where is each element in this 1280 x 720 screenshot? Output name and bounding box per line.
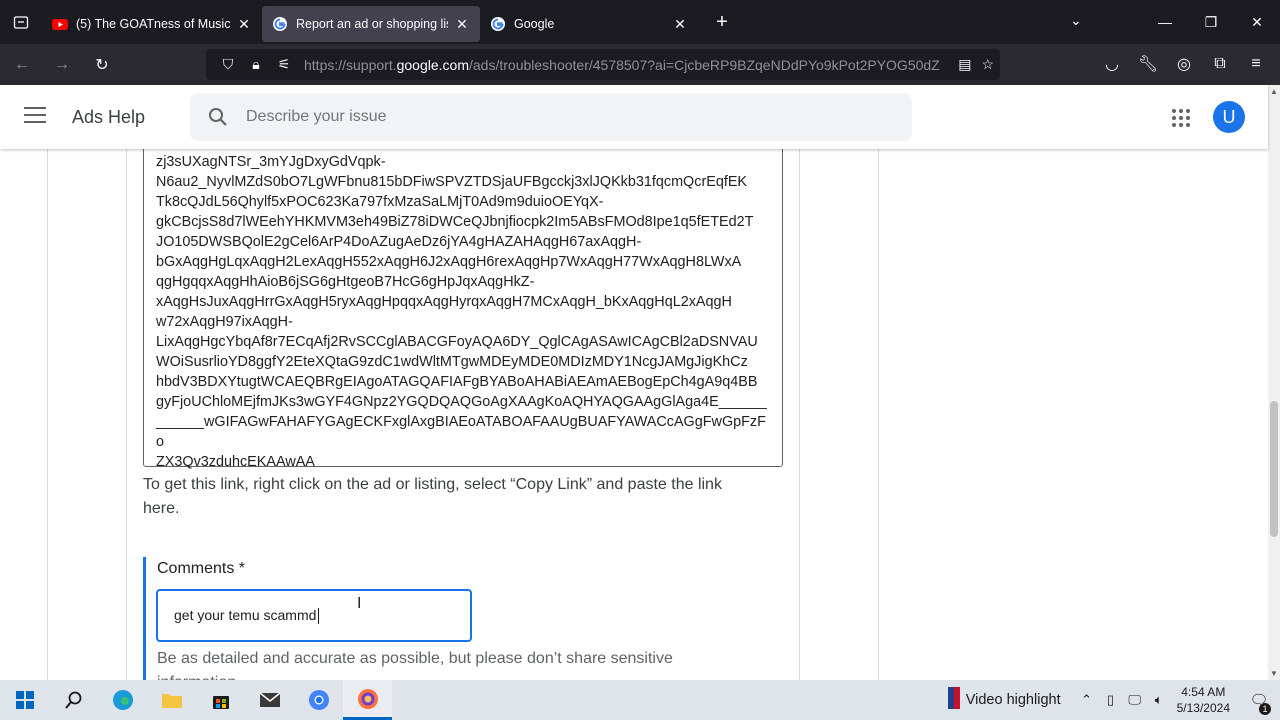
browser-tab-google[interactable]: Google ✕ — [480, 6, 698, 42]
youtube-icon — [52, 19, 68, 30]
tab-title: (5) The GOATness of Music - Yo — [76, 17, 230, 31]
taskbar: Video highlight ⌃ ▯ 🖵︎ 🔈︎ 4:54 AM 5/13/2… — [0, 680, 1280, 720]
scroll-down-icon[interactable]: ▼ — [1270, 669, 1278, 678]
store-icon[interactable] — [196, 680, 245, 720]
google-apps-icon[interactable] — [1172, 109, 1190, 127]
page-header: Ads Help — [0, 85, 1268, 149]
battery-icon[interactable]: ▯ — [1099, 692, 1123, 708]
scrollbar-thumb[interactable] — [1270, 401, 1278, 537]
comments-field[interactable]: get your temu scammd — [156, 589, 472, 642]
comments-value: get your temu scammd — [174, 607, 317, 623]
divider — [126, 149, 127, 680]
divider — [878, 149, 879, 680]
url-prefix: https://support. — [304, 56, 397, 73]
search-icon[interactable] — [49, 680, 98, 720]
hamburger-menu-icon[interactable] — [24, 107, 46, 128]
permissions-icon[interactable]: ⚟ — [270, 56, 298, 73]
windows-start-icon[interactable] — [0, 680, 49, 720]
browser-tab-youtube[interactable]: (5) The GOATness of Music - Yo ✕ — [42, 6, 262, 42]
nba-icon — [947, 687, 960, 713]
back-arrow-icon[interactable]: ← — [4, 49, 40, 81]
google-icon — [491, 17, 505, 31]
address-bar[interactable]: ⛉ 🔒︎ ⚟ https://support.google.com/ads/tr… — [206, 49, 1000, 80]
wrench-icon[interactable]: 🔧︎ — [1130, 48, 1166, 80]
chevron-up-icon[interactable]: ⌃ — [1075, 692, 1099, 708]
extensions-icon[interactable]: ⧉ — [1202, 48, 1238, 80]
clock-time: 4:54 AM — [1181, 685, 1226, 699]
lock-icon[interactable]: 🔒︎ — [242, 56, 270, 73]
system-tray: Video highlight ⌃ ▯ 🖵︎ 🔈︎ 4:54 AM 5/13/2… — [947, 680, 1280, 720]
restore-icon[interactable]: ❐ — [1188, 0, 1234, 44]
divider — [799, 149, 800, 680]
clock-date: 5/13/2024 — [1176, 701, 1230, 715]
window-controls: — ❐ ✕ — [1142, 0, 1280, 44]
browser-toolbar: ◡ 🔧︎ ◎ ⧉ ≡ — [1094, 48, 1274, 80]
google-icon — [273, 17, 287, 31]
browser-tab-strip: (5) The GOATness of Music - Yo ✕ Report … — [0, 0, 1280, 44]
reload-icon[interactable]: ↻ — [84, 49, 120, 81]
browser-tab-report-ad[interactable]: Report an ad or shopping listin ✕ — [262, 6, 480, 42]
browser-nav-bar: ← → ↻ ⛉ 🔒︎ ⚟ https://support.google.com/… — [0, 44, 1280, 85]
link-help-text: To get this link, right click on the ad … — [143, 476, 722, 517]
main-content: zj3sUXagNTSr_3mYJgDxyGdVqpk- N6au2_NyvlM… — [0, 149, 1268, 680]
divider — [47, 149, 48, 680]
help-search-box[interactable] — [190, 93, 912, 141]
edge-icon[interactable] — [98, 680, 147, 720]
text-cursor-icon: I — [357, 595, 362, 612]
url-domain: google.com — [396, 56, 469, 73]
reader-view-icon[interactable]: ▤ — [958, 56, 971, 73]
close-tab-icon[interactable]: ✕ — [672, 16, 688, 33]
speaker-icon[interactable]: 🔈︎ — [1147, 692, 1171, 708]
tab-title: Google — [514, 17, 555, 31]
text-caret — [318, 608, 320, 625]
close-window-icon[interactable]: ✕ — [1234, 0, 1280, 44]
comments-focus-indicator — [143, 557, 146, 680]
bookmark-star-icon[interactable]: ☆ — [981, 56, 994, 73]
tab-list-icon[interactable] — [0, 0, 42, 44]
forward-arrow-icon[interactable]: → — [44, 49, 80, 81]
shield-icon[interactable]: ⛉ — [214, 56, 242, 73]
search-input[interactable] — [246, 108, 846, 126]
video-highlight-label: Video highlight — [965, 692, 1061, 708]
mail-icon[interactable] — [245, 680, 294, 720]
file-explorer-icon[interactable] — [147, 680, 196, 720]
page-brand[interactable]: Ads Help — [72, 107, 145, 128]
menu-icon[interactable]: ≡ — [1238, 48, 1274, 80]
pocket-icon[interactable]: ◡ — [1094, 48, 1130, 80]
tab-title: Report an ad or shopping listin — [296, 17, 448, 31]
account-icon[interactable]: ◎ — [1166, 48, 1202, 80]
video-highlight-widget[interactable]: Video highlight — [947, 687, 1061, 713]
comments-label: Comments * — [157, 560, 246, 577]
url-path: /ads/troubleshooter/4578507?ai=CjcbeRP9B… — [469, 56, 940, 73]
scroll-up-icon[interactable]: ▲ — [1270, 87, 1278, 96]
firefox-icon[interactable] — [343, 680, 392, 720]
comments-help-text: Be as detailed and accurate as possible,… — [157, 650, 673, 680]
minimize-icon[interactable]: — — [1142, 0, 1188, 44]
avatar[interactable]: U — [1213, 101, 1245, 133]
ad-link-field[interactable]: zj3sUXagNTSr_3mYJgDxyGdVqpk- N6au2_NyvlM… — [143, 149, 783, 470]
chrome-icon[interactable] — [294, 680, 343, 720]
close-tab-icon[interactable]: ✕ — [236, 16, 252, 33]
search-icon[interactable] — [190, 107, 246, 127]
chevron-down-icon[interactable]: ⌄ — [1070, 12, 1082, 29]
new-tab-button[interactable]: + — [704, 11, 740, 34]
notification-badge: 1 — [1259, 703, 1271, 715]
system-clock[interactable]: 4:54 AM 5/13/2024 — [1177, 684, 1230, 716]
network-icon[interactable]: 🖵︎ — [1123, 692, 1147, 708]
page-scrollbar[interactable]: ▲ ▼ — [1268, 85, 1280, 680]
notification-icon[interactable]: 🗨︎ 1 — [1244, 691, 1274, 715]
url-text[interactable]: https://support.google.com/ads/troublesh… — [304, 57, 940, 73]
close-tab-icon[interactable]: ✕ — [454, 16, 470, 33]
